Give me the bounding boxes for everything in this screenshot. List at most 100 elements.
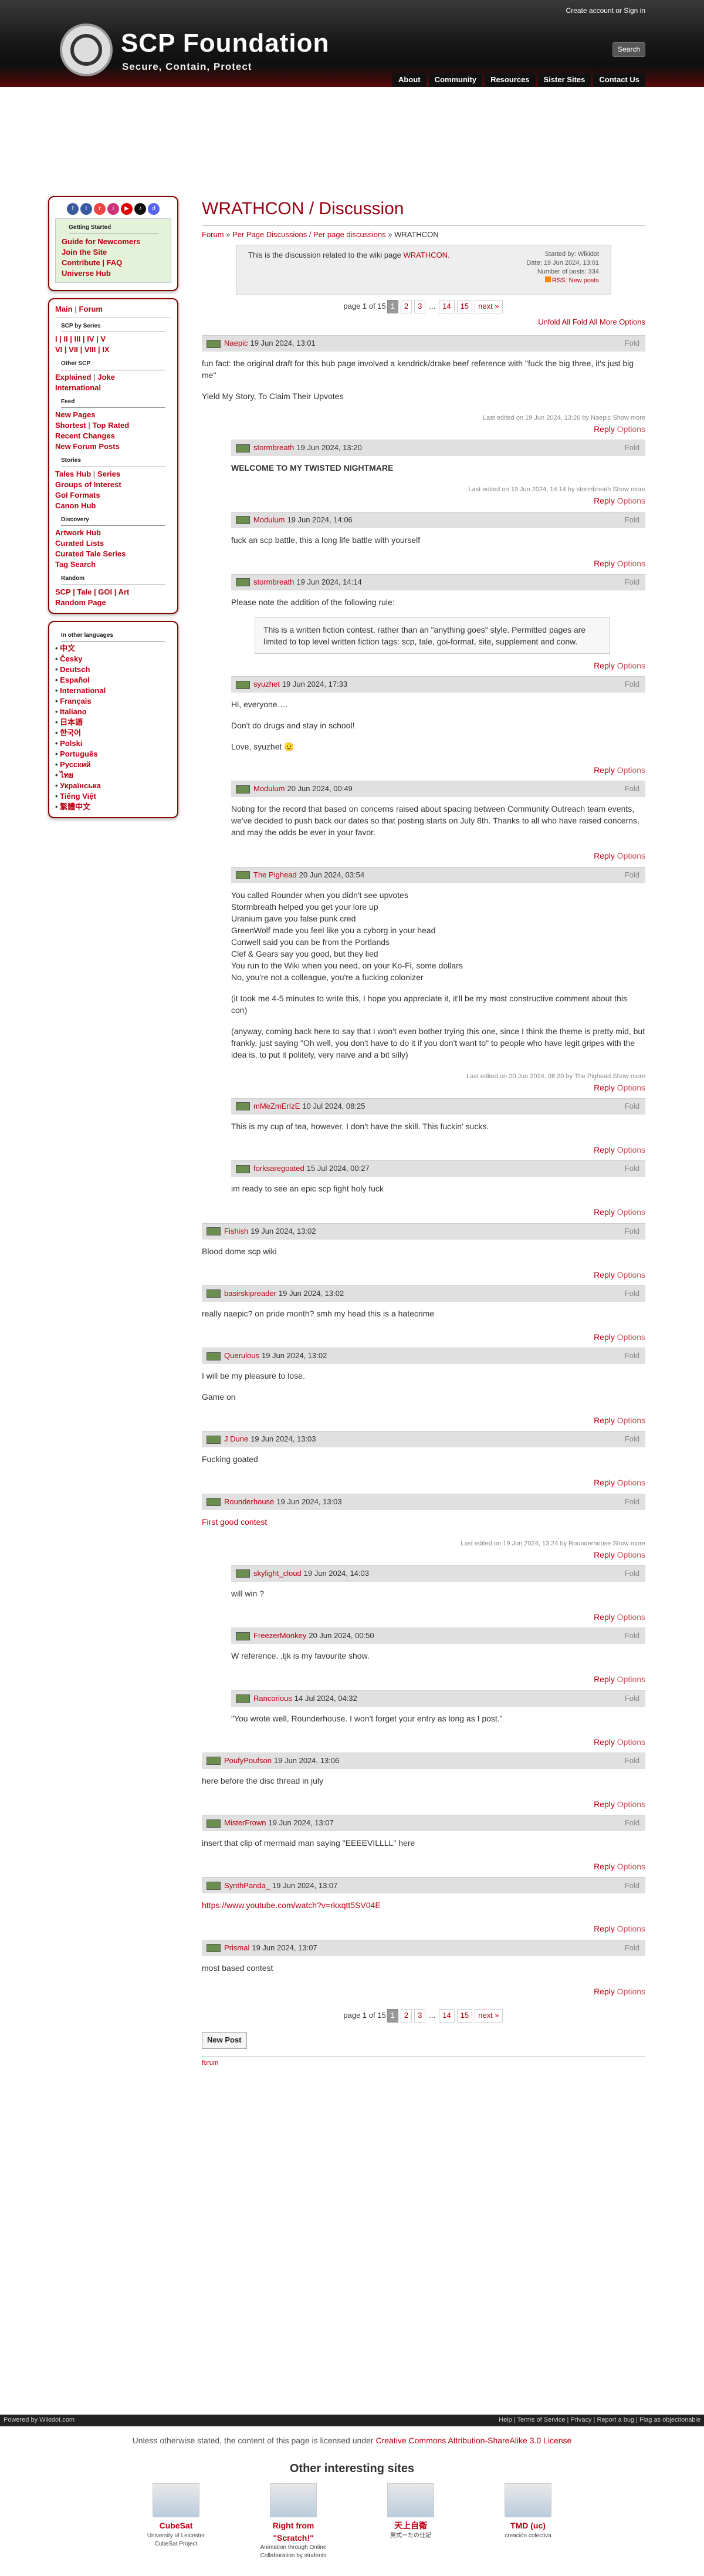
series-row-2[interactable]: VI | VII | VIII | IX xyxy=(55,345,171,355)
reply-button[interactable]: Reply xyxy=(594,1332,615,1342)
fold-button[interactable]: Fold xyxy=(625,679,639,690)
other-site-card[interactable]: TMD (uc) creación colectiva xyxy=(493,2483,563,2561)
user-avatar-icon[interactable] xyxy=(207,1819,221,1828)
shortest-link[interactable]: Shortest xyxy=(55,421,86,430)
reply-button[interactable]: Reply xyxy=(594,1478,615,1487)
topnav-item[interactable]: About xyxy=(392,73,427,87)
post-link[interactable]: First good contest xyxy=(202,1517,267,1527)
user-avatar-icon[interactable] xyxy=(236,680,250,689)
discord-icon[interactable]: d xyxy=(148,203,160,215)
tag-search-link[interactable]: Tag Search xyxy=(55,559,171,570)
footer-links[interactable]: Help | Terms of Service | Privacy | Repo… xyxy=(499,2416,700,2425)
site-name[interactable]: Right from "Scratch!" xyxy=(258,2520,329,2544)
fold-button[interactable]: Fold xyxy=(625,443,639,454)
language-link[interactable]: Français xyxy=(55,696,171,707)
search-button[interactable]: Search xyxy=(612,42,645,58)
random-row[interactable]: SCP | Tale | GOI | Art xyxy=(55,587,171,597)
reply-button[interactable]: Reply xyxy=(594,1083,615,1092)
post-author[interactable]: Naepic xyxy=(224,338,248,349)
post-author[interactable]: stormbreath xyxy=(253,577,294,588)
edited-note[interactable]: Last edited on 20 Jun 2024, 06:20 by The… xyxy=(231,1072,645,1082)
fold-button[interactable]: Fold xyxy=(625,1163,639,1174)
options-button[interactable]: Options xyxy=(617,851,645,860)
topnav-item[interactable]: Sister Sites xyxy=(537,73,591,87)
user-avatar-icon[interactable] xyxy=(236,578,250,587)
pager-page[interactable]: 2 xyxy=(400,300,412,314)
recent-changes-link[interactable]: Recent Changes xyxy=(55,431,171,441)
options-button[interactable]: Options xyxy=(617,1207,645,1217)
options-button[interactable]: Options xyxy=(617,1478,645,1487)
site-thumbnail[interactable] xyxy=(505,2483,551,2518)
pager-page[interactable]: next » xyxy=(475,2009,503,2023)
fold-button[interactable]: Fold xyxy=(625,1880,639,1892)
user-avatar-icon[interactable] xyxy=(236,1632,250,1640)
pager-page[interactable]: 15 xyxy=(456,2009,473,2023)
reply-button[interactable]: Reply xyxy=(594,1862,615,1871)
options-button[interactable]: Options xyxy=(617,496,645,505)
universe-hub-link[interactable]: Universe Hub xyxy=(62,268,165,279)
post-author[interactable]: PoufyPoufson xyxy=(224,1755,272,1767)
curated-lists-link[interactable]: Curated Lists xyxy=(55,538,171,549)
user-avatar-icon[interactable] xyxy=(236,1694,250,1703)
pager-page[interactable]: next » xyxy=(475,300,503,314)
sign-in-link[interactable]: Sign in xyxy=(624,6,645,15)
main-link[interactable]: Main xyxy=(55,305,73,313)
forum-footer-link[interactable]: forum xyxy=(202,2060,218,2067)
goi-formats-link[interactable]: GoI Formats xyxy=(55,490,171,501)
language-link[interactable]: 中文 xyxy=(55,643,171,654)
forum-link[interactable]: Forum xyxy=(79,305,103,313)
user-avatar-icon[interactable] xyxy=(207,1227,221,1236)
license-link[interactable]: Creative Commons Attribution-ShareAlike … xyxy=(375,2436,571,2445)
language-link[interactable]: 日本語 xyxy=(55,717,171,728)
reply-button[interactable]: Reply xyxy=(594,1800,615,1809)
options-button[interactable]: Options xyxy=(617,1332,645,1342)
user-avatar-icon[interactable] xyxy=(207,1352,221,1360)
reply-button[interactable]: Reply xyxy=(594,661,615,670)
pager-page[interactable]: 2 xyxy=(400,2009,412,2023)
guide-newcomers-link[interactable]: Guide for Newcomers xyxy=(62,237,165,247)
user-avatar-icon[interactable] xyxy=(236,444,250,453)
fold-button[interactable]: Fold xyxy=(625,515,639,526)
options-button[interactable]: Options xyxy=(617,1924,645,1933)
reply-button[interactable]: Reply xyxy=(594,1987,615,1996)
fold-button[interactable]: Fold xyxy=(625,577,639,588)
post-author[interactable]: J Dune xyxy=(224,1434,248,1445)
options-button[interactable]: Options xyxy=(617,765,645,775)
random-page-link[interactable]: Random Page xyxy=(55,597,171,608)
wiki-page-link[interactable]: WRATHCON. xyxy=(403,251,449,259)
user-avatar-icon[interactable] xyxy=(207,1289,221,1298)
reply-button[interactable]: Reply xyxy=(594,559,615,568)
post-author[interactable]: Modulum xyxy=(253,515,285,526)
facebook-icon[interactable]: f xyxy=(67,203,79,215)
post-author[interactable]: Modulum xyxy=(253,784,285,795)
user-avatar-icon[interactable] xyxy=(236,785,250,794)
thread-options[interactable]: Unfold All Fold All More Options xyxy=(202,317,645,328)
reply-button[interactable]: Reply xyxy=(594,1207,615,1217)
new-pages-link[interactable]: New Pages xyxy=(55,410,171,420)
post-author[interactable]: Rancorious xyxy=(253,1693,292,1704)
fold-button[interactable]: Fold xyxy=(625,1497,639,1508)
user-avatar-icon[interactable] xyxy=(236,871,250,880)
fold-button[interactable]: Fold xyxy=(625,1351,639,1362)
reply-button[interactable]: Reply xyxy=(594,765,615,775)
international-link[interactable]: International xyxy=(55,383,171,393)
user-avatar-icon[interactable] xyxy=(207,339,221,348)
options-button[interactable]: Options xyxy=(617,1550,645,1559)
post-author[interactable]: forksaregoated xyxy=(253,1163,304,1174)
fold-button[interactable]: Fold xyxy=(625,784,639,795)
options-button[interactable]: Options xyxy=(617,1737,645,1747)
site-thumbnail[interactable] xyxy=(153,2483,199,2518)
fold-button[interactable]: Fold xyxy=(625,1943,639,1954)
post-author[interactable]: mMeZmErIzE xyxy=(253,1101,300,1112)
language-link[interactable]: Español xyxy=(55,675,171,686)
other-site-card[interactable]: CubeSat University of Leicester CubeSat P… xyxy=(141,2483,211,2561)
options-button[interactable]: Options xyxy=(617,559,645,568)
language-link[interactable]: ไทย xyxy=(55,770,171,781)
topnav-item[interactable]: Contact Us xyxy=(593,73,645,87)
reply-button[interactable]: Reply xyxy=(594,496,615,505)
fold-button[interactable]: Fold xyxy=(625,1288,639,1299)
options-button[interactable]: Options xyxy=(617,424,645,434)
join-site-link[interactable]: Join the Site xyxy=(62,247,165,258)
post-author[interactable]: syuzhet xyxy=(253,679,280,690)
options-button[interactable]: Options xyxy=(617,661,645,670)
